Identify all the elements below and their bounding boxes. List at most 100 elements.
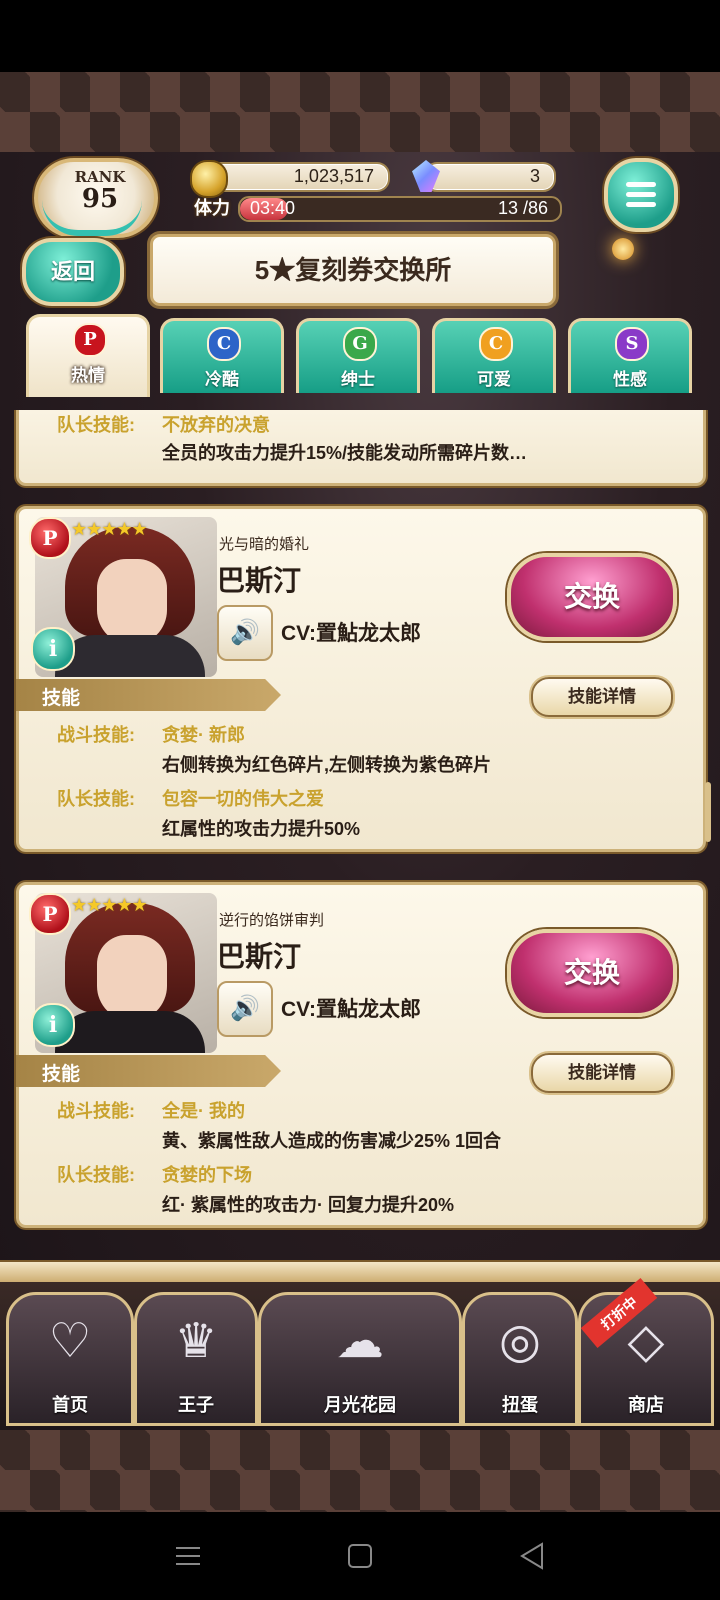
page-title: 5★复刻券交换所: [150, 234, 556, 306]
portrait-face: [97, 935, 167, 1021]
nav-label: 月光花园: [324, 1395, 396, 1415]
leader-skill-desc: 红属性的攻击力提升50%: [162, 819, 361, 839]
skill-section-header: 技能: [16, 1055, 281, 1087]
battle-skill-label: 战斗技能:: [57, 725, 135, 745]
tab-label: 性感: [613, 370, 647, 389]
stamina-timer: 03:40: [250, 198, 296, 218]
tab-cute[interactable]: C 可爱: [432, 318, 556, 393]
lantern-decoration: [612, 238, 634, 260]
speaker-icon: 🔊: [230, 994, 260, 1022]
portrait-face: [97, 559, 167, 645]
coin-icon: [190, 160, 228, 198]
stamina-bar: 03:40 13 /86: [238, 196, 562, 222]
home-icon[interactable]: [342, 1538, 378, 1574]
voice-button[interactable]: 🔊: [217, 981, 273, 1037]
nav-moonlight-garden[interactable]: ☁ 月光花园: [258, 1292, 462, 1426]
card-subtitle: 光与暗的婚礼: [219, 536, 310, 553]
leader-skill-desc: 全员的攻击力提升15%/技能发动所需碎片数…: [162, 443, 528, 463]
speaker-icon: 🔊: [230, 618, 260, 646]
game-screen: RANK 95 1,023,517 3 体力 03:40 13 /86 返回 5…: [0, 152, 720, 1430]
prince-card-partial: 队长技能: 不放弃的决意 全员的攻击力提升15%/技能发动所需碎片数…: [16, 410, 706, 486]
nav-gacha[interactable]: ◎ 扭蛋: [462, 1292, 578, 1426]
top-pattern-band: [0, 72, 720, 152]
skill-section-label: 技能: [42, 1064, 81, 1085]
voice-actor: CV:置鮎龙太郎: [281, 998, 422, 1021]
gem-box-icon: ◇: [627, 1313, 665, 1369]
tab-label: 热情: [71, 366, 105, 385]
skill-section-label: 技能: [42, 688, 81, 709]
passion-attribute-icon: P: [29, 517, 71, 559]
bottom-pattern-band: [0, 1430, 720, 1512]
list-scrollbar[interactable]: [705, 782, 711, 842]
battle-skill-desc: 右侧转换为红色碎片,左侧转换为紫色碎片: [162, 755, 491, 775]
menu-button[interactable]: [604, 158, 678, 232]
heart-ornament-icon: ♡: [48, 1313, 92, 1369]
rarity-stars: ★★★★★: [71, 895, 148, 916]
voice-button[interactable]: 🔊: [217, 605, 273, 661]
leader-skill-label: 队长技能:: [57, 415, 135, 435]
skill-section-header: 技能: [16, 679, 281, 711]
leader-skill-name: 不放弃的决意: [162, 415, 270, 435]
leader-skill-label: 队长技能:: [57, 1165, 135, 1185]
sexy-icon: S: [615, 327, 649, 361]
info-icon[interactable]: i: [31, 627, 75, 671]
rank-progress-arc: [42, 164, 142, 236]
tab-cool[interactable]: C 冷酷: [160, 318, 284, 393]
gem-value: 3: [529, 166, 540, 186]
tab-passion[interactable]: P 热情: [26, 314, 150, 397]
pets-silhouette-icon: ☁: [336, 1313, 384, 1369]
tab-label: 冷酷: [205, 370, 239, 389]
recents-icon[interactable]: [170, 1538, 206, 1574]
prince-name: 巴斯汀: [217, 565, 302, 596]
back-icon[interactable]: [514, 1538, 550, 1574]
battle-skill-name: 贪婪· 新郎: [162, 725, 245, 745]
leader-skill-desc: 红· 紫属性的攻击力· 回复力提升20%: [162, 1195, 455, 1215]
coin-value: 1,023,517: [293, 166, 374, 186]
prince-card: P ★★★★★ i 光与暗的婚礼 巴斯汀 🔊 CV:置鮎龙太郎 交换 技能 技能…: [16, 506, 706, 852]
exchange-button[interactable]: 交换: [507, 929, 677, 1017]
skill-detail-button[interactable]: 技能详情: [531, 677, 673, 717]
card-subtitle: 逆行的馅饼审判: [219, 912, 325, 929]
cool-icon: C: [207, 327, 241, 361]
tab-label: 可爱: [477, 370, 511, 389]
stamina-count: 13 /86: [497, 198, 548, 218]
battle-skill-name: 全是· 我的: [162, 1101, 245, 1121]
tab-sexy[interactable]: S 性感: [568, 318, 692, 393]
nav-home[interactable]: ♡ 首页: [6, 1292, 134, 1426]
gem-bar: 3: [424, 162, 556, 192]
rarity-stars: ★★★★★: [71, 519, 148, 540]
battle-skill-label: 战斗技能:: [57, 1101, 135, 1121]
system-navigation-bar: [0, 1512, 720, 1600]
stamina-label: 体力: [194, 198, 230, 218]
prince-card: P ★★★★★ i 逆行的馅饼审判 巴斯汀 🔊 CV:置鮎龙太郎 交换 技能 技…: [16, 882, 706, 1228]
cute-icon: C: [479, 327, 513, 361]
menu-icon: [626, 182, 656, 187]
exchange-button[interactable]: 交换: [507, 553, 677, 641]
info-icon[interactable]: i: [31, 1003, 75, 1047]
passion-attribute-icon: P: [29, 893, 71, 935]
menu-icon-line: [626, 192, 656, 197]
menu-icon-line: [626, 202, 656, 207]
skill-detail-button[interactable]: 技能详情: [531, 1053, 673, 1093]
leader-skill-name: 包容一切的伟大之爱: [162, 789, 324, 809]
portrait-suit: [55, 1011, 205, 1053]
tab-gentle[interactable]: G 绅士: [296, 318, 420, 393]
back-button[interactable]: 返回: [22, 238, 124, 306]
nav-prince[interactable]: ♛ 王子: [134, 1292, 258, 1426]
gentle-icon: G: [343, 327, 377, 361]
leader-skill-name: 贪婪的下场: [162, 1165, 252, 1185]
nav-label: 商店: [628, 1395, 664, 1415]
gacha-ring-icon: ◎: [499, 1313, 541, 1369]
battle-skill-desc: 黄、紫属性敌人造成的伤害减少25% 1回合: [162, 1131, 502, 1151]
leader-skill-label: 队长技能:: [57, 789, 135, 809]
passion-icon: P: [73, 323, 107, 357]
voice-actor: CV:置鮎龙太郎: [281, 622, 422, 645]
coin-bar: 1,023,517: [208, 162, 390, 192]
prince-name: 巴斯汀: [217, 941, 302, 972]
prince-list[interactable]: 队长技能: 不放弃的决意 全员的攻击力提升15%/技能发动所需碎片数… P ★★…: [0, 410, 720, 1260]
header: RANK 95 1,023,517 3 体力 03:40 13 /86 返回 5…: [0, 152, 720, 412]
nav-label: 扭蛋: [502, 1395, 538, 1415]
crown-icon: ♛: [174, 1313, 218, 1369]
nav-label: 王子: [178, 1395, 214, 1415]
portrait-suit: [55, 635, 205, 677]
